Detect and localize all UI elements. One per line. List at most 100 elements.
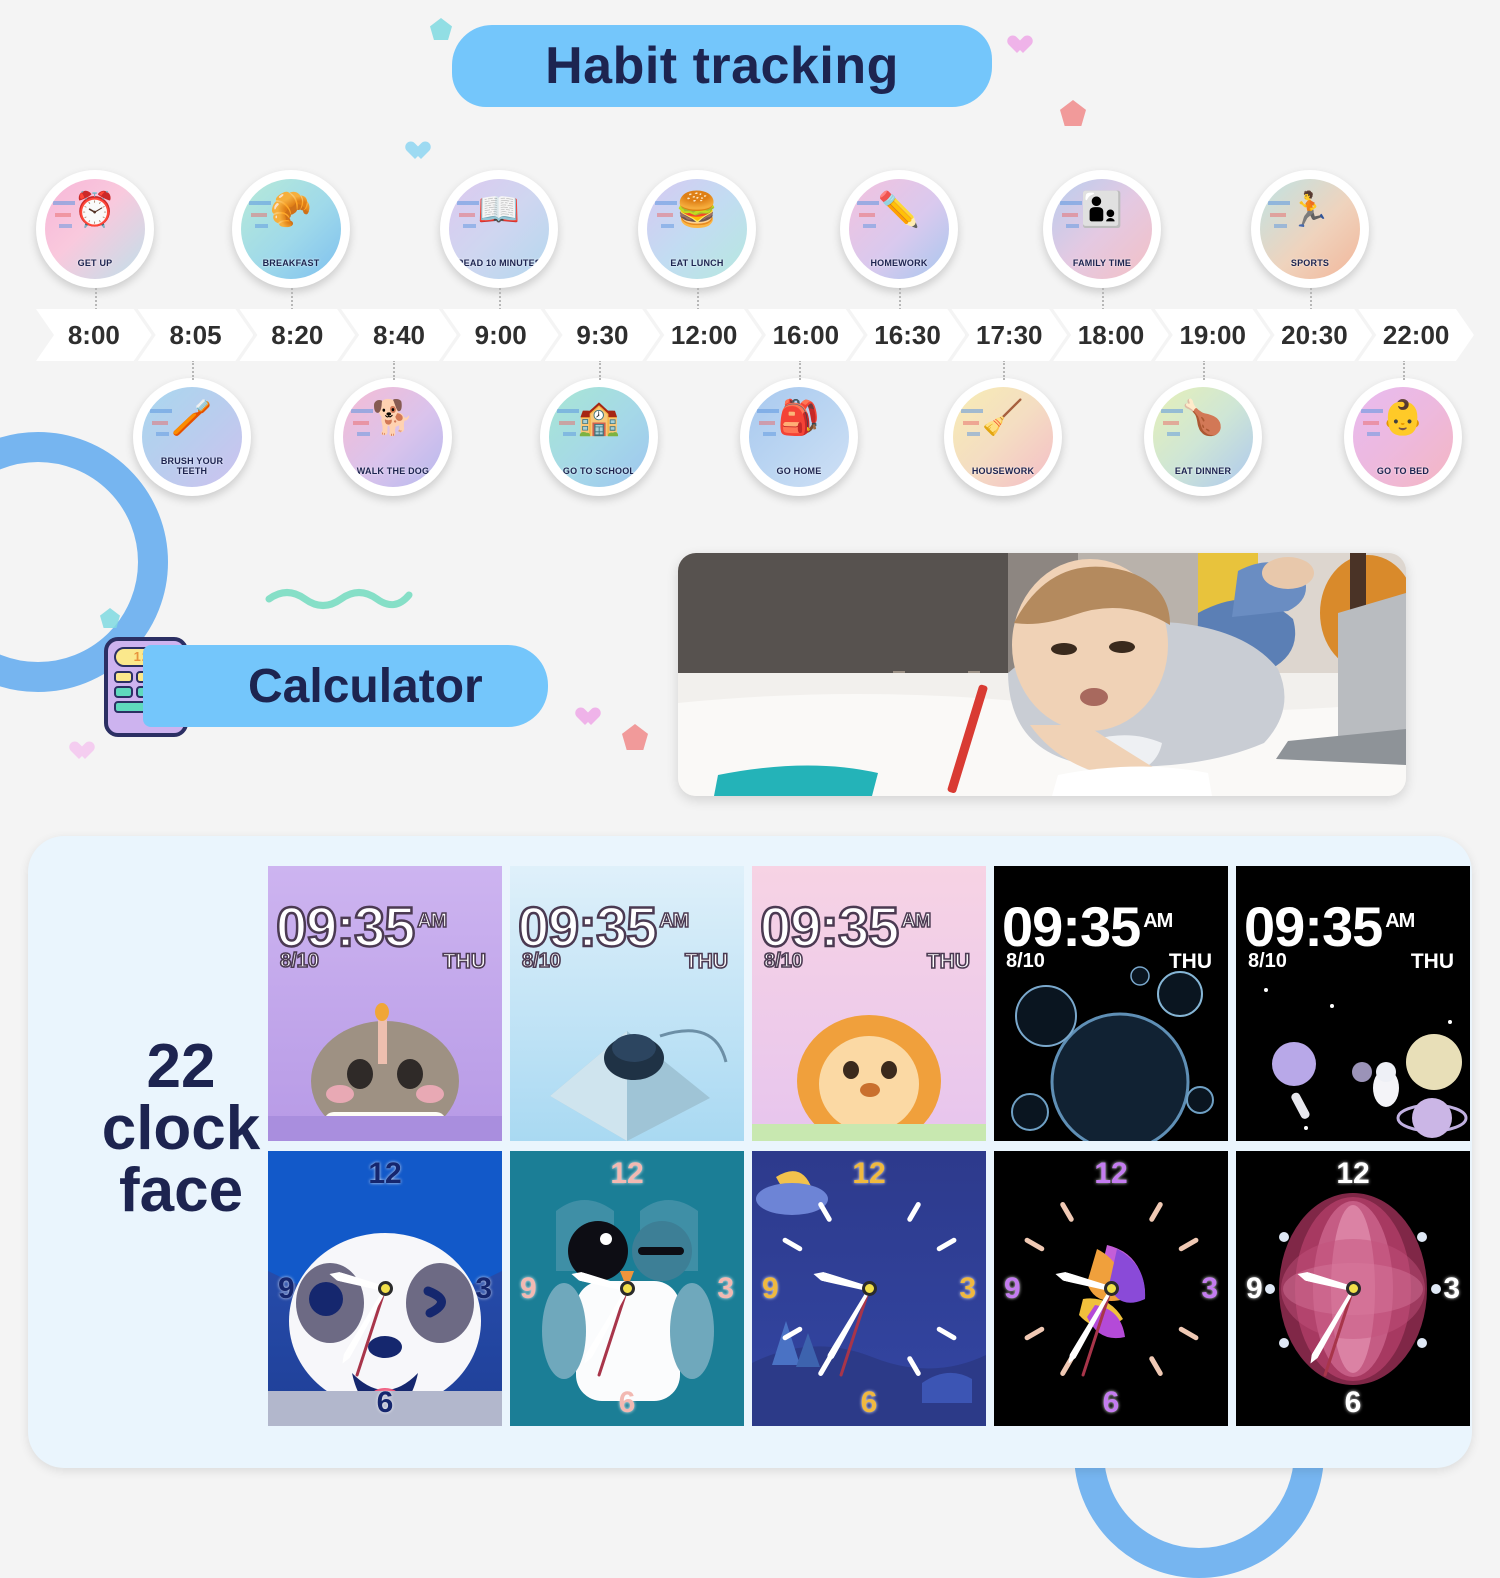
digital-clock-time: 09:35 AM bbox=[759, 894, 980, 956]
clock-numeral-6: 6 bbox=[860, 1386, 878, 1419]
habit-badge-face: 🎒 GO HOME bbox=[749, 387, 849, 487]
clock-numeral-9: 9 bbox=[278, 1271, 295, 1305]
digital-clock-date: 8/10 bbox=[1248, 950, 1287, 972]
habit-badge-icon: 🐕 bbox=[371, 399, 415, 437]
habit-badge-label: GO HOME bbox=[776, 466, 822, 476]
habit-badge-go-to-bed[interactable]: 👶 GO TO BED bbox=[1344, 378, 1462, 496]
clock-numeral-12: 12 bbox=[368, 1157, 402, 1190]
habit-badge-housework[interactable]: 🧹 HOUSEWORK bbox=[944, 378, 1062, 496]
habit-badge-walk-the-dog[interactable]: 🐕 WALK THE DOG bbox=[334, 378, 452, 496]
timeline-time-18-00[interactable]: 18:00 bbox=[1053, 309, 1169, 361]
timeline-connector bbox=[291, 288, 293, 310]
timeline-connector bbox=[799, 360, 801, 380]
digital-clock-time: 09:35 AM bbox=[1244, 894, 1464, 958]
clock-numeral-3: 3 bbox=[717, 1271, 734, 1305]
digital-clock-ampm: AM bbox=[900, 909, 932, 933]
digital-clock-face-bubbles[interactable]: 09:35 AM 8/10 THU bbox=[994, 866, 1228, 1141]
timeline-time-20-30[interactable]: 20:30 bbox=[1257, 309, 1373, 361]
timeline-time-16-00[interactable]: 16:00 bbox=[748, 309, 864, 361]
timeline-connector bbox=[1102, 288, 1104, 310]
habit-badge-get-up[interactable]: ⏰ GET UP bbox=[36, 170, 154, 288]
digital-clock-face-astronaut[interactable]: 09:35 AM 8/10 THU bbox=[1236, 866, 1470, 1141]
clock-center-pivot bbox=[619, 1281, 635, 1296]
timeline-time-8-00[interactable]: 8:00 bbox=[36, 309, 152, 361]
calc-key bbox=[114, 671, 134, 683]
timeline-time-16-30[interactable]: 16:30 bbox=[850, 309, 966, 361]
timeline-time-8-40[interactable]: 8:40 bbox=[341, 309, 457, 361]
habit-timeline: 8:00 8:05 8:20 8:40 9:00 9:30 12:00 16:00 16:30 1… bbox=[36, 309, 1460, 361]
habit-badge-label: EAT DINNER bbox=[1174, 466, 1232, 476]
analog-clock-face-neon[interactable]: 12 3 6 9 bbox=[994, 1151, 1228, 1426]
habit-badge-face: 🏫 GO TO SCHOOL bbox=[549, 387, 649, 487]
habit-badge-eat-lunch[interactable]: 🍔 EAT LUNCH bbox=[638, 170, 756, 288]
habit-badge-face: 📖 READ 10 MINUTES bbox=[449, 179, 549, 279]
timeline-time-19-00[interactable]: 19:00 bbox=[1155, 309, 1271, 361]
clock-count-number: 22 bbox=[146, 1032, 216, 1101]
digital-clock-weekday: THU bbox=[684, 949, 729, 974]
habit-badge-family-time[interactable]: 🧑‍🧒 FAMILY TIME bbox=[1043, 170, 1161, 288]
clock-center-pivot bbox=[1103, 1281, 1119, 1296]
habit-badge-label: BREAKFAST bbox=[262, 258, 320, 268]
clock-numeral-6: 6 bbox=[618, 1386, 636, 1419]
habit-badge-icon: ⏰ bbox=[73, 191, 117, 229]
habit-badge-icon: 👶 bbox=[1381, 399, 1425, 437]
digital-clock-time-value: 09:35 bbox=[517, 895, 659, 958]
clock-face-panel: 22 clock face 09:35 AM 8/10 THU 09:35 AM 8/10 T… bbox=[28, 836, 1472, 1468]
habit-badge-go-home[interactable]: 🎒 GO HOME bbox=[740, 378, 858, 496]
timeline-connector bbox=[95, 288, 97, 310]
digital-clock-face-lion[interactable]: 09:35 AM 8/10 THU bbox=[752, 866, 986, 1141]
habit-badge-face: 🥐 BREAKFAST bbox=[241, 179, 341, 279]
timeline-connector bbox=[1003, 360, 1005, 380]
clock-numeral-6: 6 bbox=[1102, 1386, 1120, 1419]
digital-clock-ampm: AM bbox=[1385, 910, 1415, 932]
habit-badge-label: BRUSH YOUR TEETH bbox=[160, 456, 224, 476]
analog-clock-face-owl[interactable]: 12 3 6 9 bbox=[510, 1151, 744, 1426]
pentagon-decoration bbox=[430, 18, 452, 40]
digital-clock-weekday: THU bbox=[1410, 950, 1454, 973]
habit-badge-face: 🏃 SPORTS bbox=[1260, 179, 1360, 279]
photo-illustration bbox=[678, 553, 1406, 796]
habit-badge-go-to-school[interactable]: 🏫 GO TO SCHOOL bbox=[540, 378, 658, 496]
clock-numeral-6: 6 bbox=[1344, 1386, 1362, 1419]
clock-face-count-title: 22 clock face bbox=[86, 1036, 276, 1222]
timeline-time-8-20[interactable]: 8:20 bbox=[239, 309, 355, 361]
timeline-time-17-30[interactable]: 17:30 bbox=[951, 309, 1067, 361]
habit-badge-brush-your-teeth[interactable]: 🪥 BRUSH YOUR TEETH bbox=[133, 378, 251, 496]
digital-clock-time: 09:35 AM bbox=[1002, 894, 1222, 958]
pentagon-decoration bbox=[622, 724, 648, 750]
timeline-time-12-00[interactable]: 12:00 bbox=[646, 309, 762, 361]
digital-clock-time-value: 09:35 bbox=[1002, 895, 1141, 958]
clock-center-pivot bbox=[377, 1281, 393, 1296]
habit-badge-icon: 🎒 bbox=[777, 399, 821, 437]
habit-badge-homework[interactable]: ✏️ HOMEWORK bbox=[840, 170, 958, 288]
clock-numeral-3: 3 bbox=[1443, 1271, 1460, 1305]
habit-badge-breakfast[interactable]: 🥐 BREAKFAST bbox=[232, 170, 350, 288]
pentagon-decoration bbox=[100, 608, 120, 628]
clock-count-word-clock: clock bbox=[101, 1094, 261, 1163]
digital-clock-date: 8/10 bbox=[521, 949, 562, 973]
clock-center-pivot bbox=[861, 1281, 877, 1296]
digital-clock-face-cat-cake[interactable]: 09:35 AM 8/10 THU bbox=[268, 866, 502, 1141]
habit-badge-sports[interactable]: 🏃 SPORTS bbox=[1251, 170, 1369, 288]
timeline-connector bbox=[1403, 360, 1405, 380]
habit-badge-label: GO TO SCHOOL bbox=[562, 466, 636, 476]
timeline-time-8-05[interactable]: 8:05 bbox=[138, 309, 254, 361]
wave-squiggle-decoration bbox=[265, 589, 413, 609]
habit-badge-read-10-minutes[interactable]: 📖 READ 10 MINUTES bbox=[440, 170, 558, 288]
habit-badge-eat-dinner[interactable]: 🍗 EAT DINNER bbox=[1144, 378, 1262, 496]
analog-clock-face-panda[interactable]: 12 3 6 9 bbox=[268, 1151, 502, 1426]
timeline-connector bbox=[1203, 360, 1205, 380]
habit-badge-label: EAT LUNCH bbox=[670, 258, 724, 268]
heart-decoration bbox=[1012, 36, 1032, 56]
digital-clock-weekday: THU bbox=[1168, 950, 1212, 973]
digital-clock-face-panda-ice[interactable]: 09:35 AM 8/10 THU bbox=[510, 866, 744, 1141]
digital-clock-time-value: 09:35 bbox=[1244, 895, 1383, 958]
clock-numeral-3: 3 bbox=[959, 1271, 976, 1305]
habit-badge-label: GET UP bbox=[77, 258, 113, 268]
timeline-time-22-00[interactable]: 22:00 bbox=[1358, 309, 1474, 361]
analog-clock-face-pink-orb[interactable]: 12 3 6 9 bbox=[1236, 1151, 1470, 1426]
analog-clock-face-night[interactable]: 12 3 6 9 bbox=[752, 1151, 986, 1426]
heart-decoration bbox=[410, 142, 426, 158]
timeline-time-9-30[interactable]: 9:30 bbox=[545, 309, 661, 361]
timeline-time-9-00[interactable]: 9:00 bbox=[443, 309, 559, 361]
